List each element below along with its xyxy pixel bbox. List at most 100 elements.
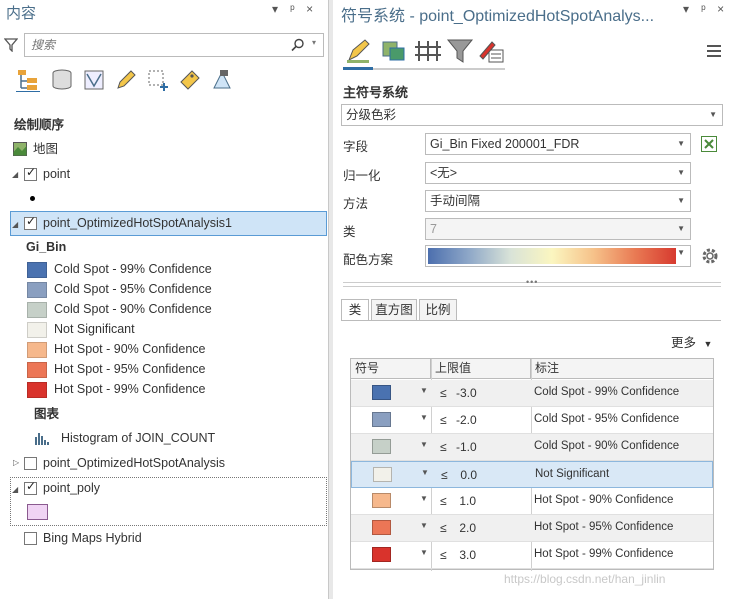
layer-basemap-label[interactable]: Bing Maps Hybrid xyxy=(43,528,142,548)
expand-poly-layer-chevron-icon[interactable]: ◢ xyxy=(12,485,18,494)
table-row-selected[interactable]: ▼ ≤ 0.0 Not Significant xyxy=(351,461,713,488)
symbology-close-button[interactable]: × xyxy=(714,2,728,16)
gear-icon[interactable] xyxy=(701,247,719,265)
expand-selected-layer-chevron-icon[interactable]: ◢ xyxy=(12,220,18,229)
layer-point-label[interactable]: point xyxy=(43,164,70,184)
search-options-chevron-icon[interactable]: ▾ xyxy=(312,38,316,47)
drawing-order-heading: 绘制顺序 xyxy=(14,118,65,132)
class-upper-value[interactable]: 1.0 xyxy=(456,494,476,508)
poly-symbol-swatch[interactable] xyxy=(27,504,48,520)
class-upper-value[interactable]: -1.0 xyxy=(456,440,477,454)
advanced-filter-tab-icon[interactable] xyxy=(445,36,475,66)
normalization-dropdown[interactable]: <无> ▼ xyxy=(425,162,691,184)
chevron-down-icon: ▼ xyxy=(677,248,685,257)
more-menu-button[interactable]: 更多 ▼ xyxy=(671,332,712,351)
field-dropdown[interactable]: Gi_Bin Fixed 200001_FDR ▼ xyxy=(425,133,691,155)
chevron-down-icon[interactable]: ▼ xyxy=(420,548,428,557)
class-label[interactable]: Cold Spot - 99% Confidence xyxy=(534,386,679,398)
list-by-selection-icon[interactable] xyxy=(82,68,106,92)
chevron-down-icon: ▼ xyxy=(677,168,685,177)
layer-hotspot-label[interactable]: point_OptimizedHotSpotAnalysis xyxy=(43,453,225,473)
tab-scales[interactable]: 比例 xyxy=(419,299,457,321)
class-upper-value[interactable]: -2.0 xyxy=(456,413,477,427)
list-by-perspective-imagery-icon[interactable] xyxy=(210,68,234,92)
primary-symbology-tab-icon[interactable] xyxy=(345,36,375,66)
classes-dropdown: 7 ▼ xyxy=(425,218,691,240)
vary-symbology-tab-icon[interactable] xyxy=(379,36,409,66)
chevron-down-icon[interactable]: ▼ xyxy=(420,521,428,530)
tab-histogram[interactable]: 直方图 xyxy=(371,299,417,321)
class-symbol-swatch[interactable] xyxy=(372,547,391,562)
tab-classes[interactable]: 类 xyxy=(341,299,369,321)
chevron-down-icon[interactable]: ▼ xyxy=(420,386,428,395)
column-symbol[interactable]: 符号 xyxy=(351,359,431,378)
legend-label-cold-95: Cold Spot - 95% Confidence xyxy=(54,282,212,296)
layer-poly-checkbox[interactable] xyxy=(24,479,37,495)
class-upper-value[interactable]: 2.0 xyxy=(456,521,476,535)
chevron-down-icon[interactable]: ▼ xyxy=(420,413,428,422)
chevron-down-icon[interactable]: ▼ xyxy=(421,468,429,477)
layer-point-checkbox[interactable] xyxy=(24,165,37,181)
pane-pin-button[interactable]: ᵖ xyxy=(285,2,299,16)
filter-icon[interactable] xyxy=(4,38,18,52)
table-row[interactable]: ▼ ≤ -3.0 Cold Spot - 99% Confidence xyxy=(351,380,713,407)
layer-basemap-checkbox[interactable] xyxy=(24,532,37,545)
search-icon[interactable] xyxy=(291,38,305,52)
watermark-text: https://blog.csdn.net/han_jinlin xyxy=(504,572,666,586)
table-row[interactable]: ▼ ≤ 2.0 Hot Spot - 95% Confidence xyxy=(351,515,713,542)
layer-poly-label[interactable]: point_poly xyxy=(43,478,100,498)
table-row[interactable]: ▼ ≤ -1.0 Cold Spot - 90% Confidence xyxy=(351,434,713,461)
symbology-pin-button[interactable]: ᵖ xyxy=(696,2,710,16)
class-symbol-swatch[interactable] xyxy=(373,467,392,482)
color-ramp-preview xyxy=(428,248,676,264)
class-symbol-swatch[interactable] xyxy=(372,439,391,454)
class-upper-value[interactable]: 0.0 xyxy=(457,468,477,482)
chevron-down-icon[interactable]: ▼ xyxy=(420,440,428,449)
list-by-drawing-order-icon[interactable] xyxy=(16,68,40,92)
class-symbol-swatch[interactable] xyxy=(372,520,391,535)
class-label[interactable]: Hot Spot - 95% Confidence xyxy=(534,521,673,533)
expand-point-chevron-icon[interactable]: ◢ xyxy=(12,170,18,179)
symbol-layer-drawing-tab-icon[interactable] xyxy=(413,36,443,66)
class-upper-value[interactable]: 3.0 xyxy=(456,548,476,562)
layer-hotspot-checkbox[interactable] xyxy=(24,457,37,470)
list-by-editing-icon[interactable] xyxy=(114,68,138,92)
list-by-snapping-icon[interactable] xyxy=(146,68,170,92)
class-symbol-swatch[interactable] xyxy=(372,412,391,427)
list-by-labeling-icon[interactable] xyxy=(178,68,202,92)
class-label[interactable]: Hot Spot - 90% Confidence xyxy=(534,494,673,506)
class-upper-value[interactable]: -3.0 xyxy=(456,386,477,400)
more-label: 更多 xyxy=(671,336,697,350)
pane-options-button[interactable]: ▾ xyxy=(268,2,282,16)
list-by-source-icon[interactable] xyxy=(50,68,74,92)
expand-hotspot-layer-chevron-icon[interactable]: ▷ xyxy=(13,458,19,467)
symbol-settings-tab-icon[interactable] xyxy=(477,36,507,66)
method-dropdown[interactable]: 手动间隔 ▼ xyxy=(425,190,691,212)
class-label[interactable]: Cold Spot - 95% Confidence xyxy=(534,413,679,425)
class-label[interactable]: Cold Spot - 90% Confidence xyxy=(534,440,679,452)
section-splitter[interactable]: ••• xyxy=(343,277,721,287)
class-symbol-swatch[interactable] xyxy=(372,385,391,400)
column-upper-value[interactable]: 上限值 xyxy=(431,359,531,378)
layer-selected-label[interactable]: point_OptimizedHotSpotAnalysis1 xyxy=(43,213,232,233)
table-row[interactable]: ▼ ≤ 3.0 Hot Spot - 99% Confidence xyxy=(351,542,713,569)
field-calculator-icon[interactable] xyxy=(701,136,717,152)
primary-symbology-dropdown[interactable]: 分级色彩 ▼ xyxy=(341,104,723,126)
color-scheme-dropdown[interactable]: ▼ xyxy=(425,245,691,267)
table-row[interactable]: ▼ ≤ -2.0 Cold Spot - 95% Confidence xyxy=(351,407,713,434)
class-label[interactable]: Hot Spot - 99% Confidence xyxy=(534,548,673,560)
menu-icon[interactable] xyxy=(707,45,721,60)
chart-histogram-label[interactable]: Histogram of JOIN_COUNT xyxy=(61,428,215,448)
layer-selected-checkbox[interactable] xyxy=(24,214,37,230)
class-label[interactable]: Not Significant xyxy=(535,468,609,480)
map-label[interactable]: 地图 xyxy=(33,139,58,159)
legend-label-hot-99: Hot Spot - 99% Confidence xyxy=(54,382,206,396)
column-label[interactable]: 标注 xyxy=(531,359,713,378)
normalization-value: <无> xyxy=(430,166,458,180)
table-row[interactable]: ▼ ≤ 1.0 Hot Spot - 90% Confidence xyxy=(351,488,713,515)
chevron-down-icon[interactable]: ▼ xyxy=(420,494,428,503)
class-symbol-swatch[interactable] xyxy=(372,493,391,508)
search-input[interactable] xyxy=(29,35,279,55)
pane-close-button[interactable]: × xyxy=(303,2,317,16)
symbology-options-button[interactable]: ▾ xyxy=(679,2,693,16)
